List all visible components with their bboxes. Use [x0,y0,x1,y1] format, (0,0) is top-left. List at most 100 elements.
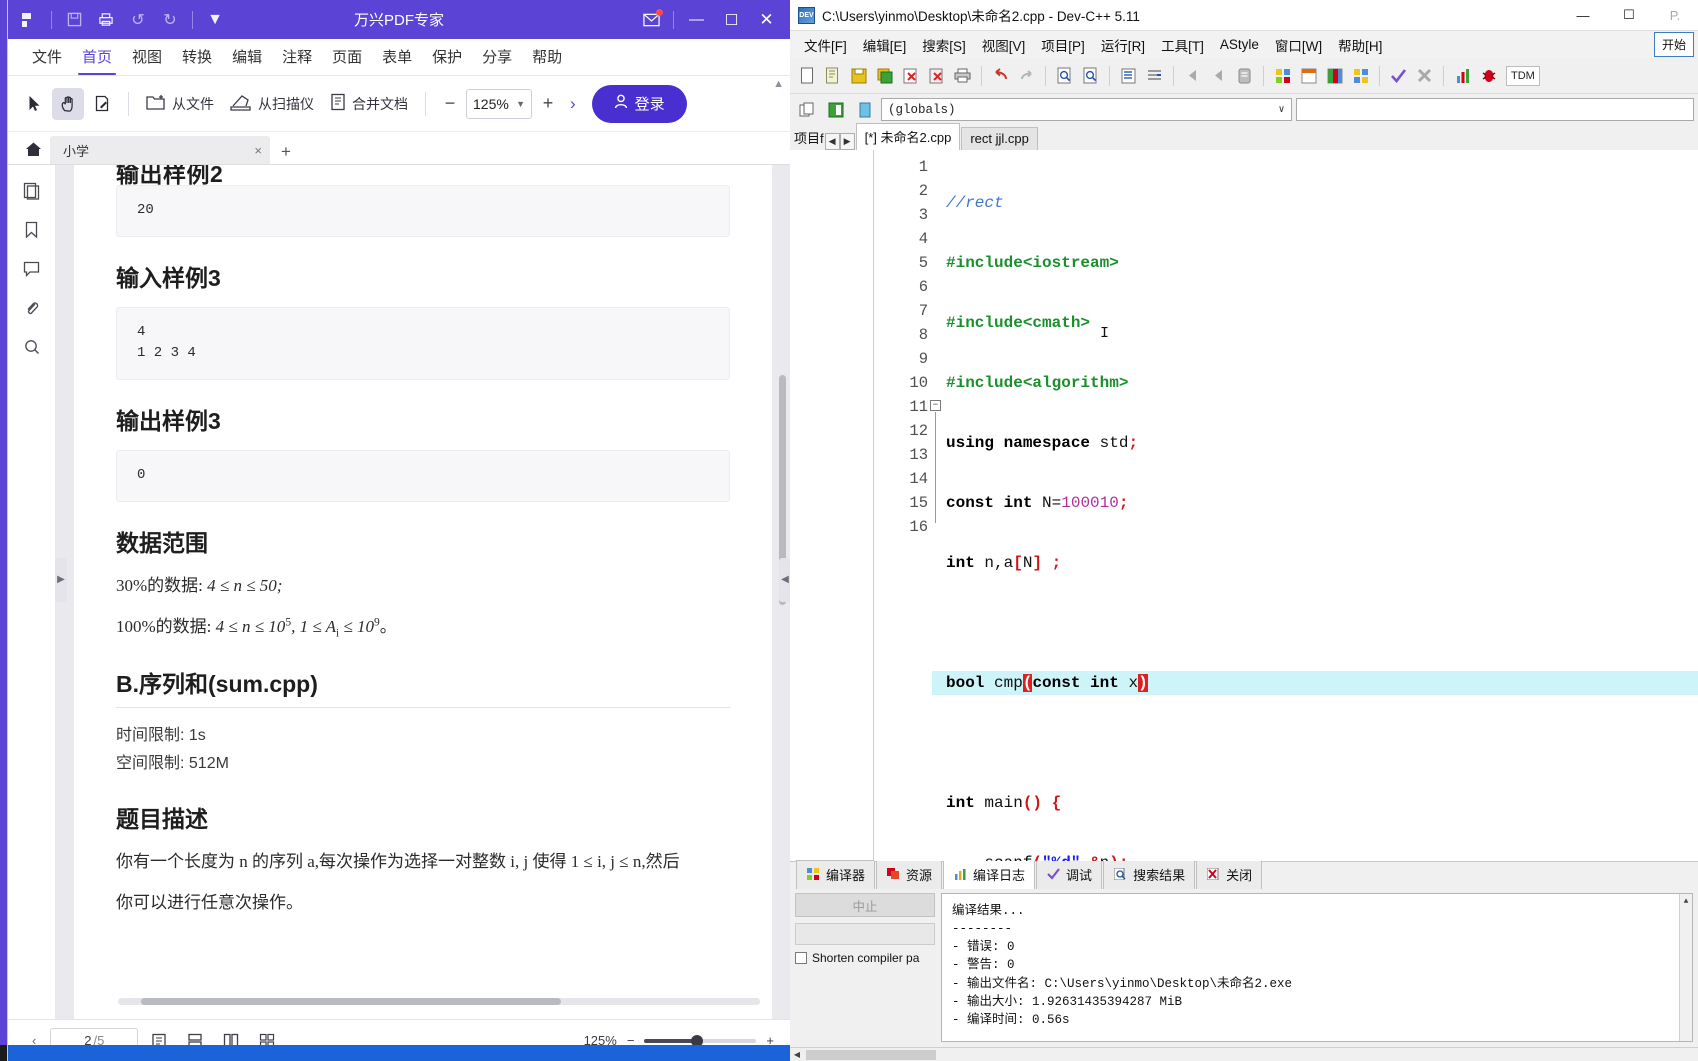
new-file-icon[interactable] [794,63,819,88]
close-all-icon[interactable] [924,63,949,88]
save-icon[interactable] [846,63,871,88]
undo-icon[interactable]: ↺ [123,6,153,34]
log-tab-search-results[interactable]: 搜索结果 [1103,860,1196,889]
attachment-panel-icon[interactable] [16,292,48,324]
home-icon[interactable] [16,134,50,164]
shorten-compiler-paths-checkbox[interactable] [795,952,807,964]
menu-file[interactable]: 文件 [22,40,72,75]
code-text[interactable]: //rect #include<iostream> #include<cmath… [932,150,1698,861]
check-syntax-icon[interactable] [1386,63,1411,88]
menu-help[interactable]: 帮助 [522,40,572,75]
zoom-out-button[interactable]: − [440,93,460,114]
devcpp-close-button[interactable]: P. [1652,0,1698,31]
close-file-icon[interactable] [898,63,923,88]
menu-form[interactable]: 表单 [372,40,422,75]
save-all-icon[interactable] [872,63,897,88]
insert-code-icon[interactable] [794,97,819,122]
devcpp-menu-search[interactable]: 搜索[S] [914,31,974,59]
abort-button[interactable]: 中止 [795,893,935,917]
devcpp-maximize-button[interactable]: ☐ [1606,0,1652,31]
merge-docs-button[interactable]: 合并文档 [323,89,415,118]
redo-icon[interactable]: ↻ [155,6,185,34]
toolbar-collapse-icon[interactable]: ▲ [773,78,784,90]
scroll-up-icon[interactable]: ▲ [1680,894,1692,908]
compile-log-output[interactable]: 编译结果... -------- - 错误: 0 - 警告: 0 - 输出文件名… [941,893,1693,1042]
profile-icon[interactable] [1450,63,1475,88]
menu-view[interactable]: 视图 [122,40,172,75]
menu-convert[interactable]: 转换 [172,40,222,75]
shorten-compiler-paths-checkbox-row[interactable]: Shorten compiler pa [795,951,935,965]
devcpp-minimize-button[interactable]: — [1560,0,1606,31]
scroll-left-icon[interactable]: ◀ [790,1050,804,1059]
log-hscroll-thumb[interactable] [806,1049,936,1060]
file-tab-secondary[interactable]: rect jjl.cpp [961,127,1038,150]
login-button[interactable]: 登录 [591,84,687,123]
toolbar-more-icon[interactable]: › [570,94,576,114]
compile-icon[interactable] [1296,63,1321,88]
secondary-combo[interactable] [1295,98,1694,121]
log-tab-compile-log[interactable]: 编译日志 [943,860,1036,889]
bookmark-panel-icon[interactable] [16,214,48,246]
log-tab-compiler[interactable]: 编译器 [796,860,876,889]
project-manager-icon[interactable] [1270,63,1295,88]
open-file-icon[interactable] [820,63,845,88]
log-tab-close[interactable]: 关闭 [1196,860,1263,889]
devcpp-menu-file[interactable]: 文件[F] [796,31,855,59]
compiler-select[interactable]: TDM [1506,65,1540,86]
devcpp-menu-astyle[interactable]: AStyle [1212,33,1267,56]
edit-page-icon[interactable] [86,88,118,120]
forward-icon[interactable] [1206,63,1231,88]
devcpp-menu-run[interactable]: 运行[R] [1093,31,1153,59]
toggle-bookmark-icon[interactable] [1232,63,1257,88]
run-icon[interactable] [1322,63,1347,88]
code-editor[interactable]: 1 2 3 4 5 6 7 8 9 10 11 12 13 14 15 16 −… [874,150,1698,861]
menu-edit[interactable]: 编辑 [222,40,272,75]
customize-dropdown-icon[interactable]: ▼ [200,6,230,34]
menu-protect[interactable]: 保护 [422,40,472,75]
tab-scroll-left-icon[interactable]: ◀ [824,133,840,150]
zoom-level-select[interactable]: 125% ▼ [466,88,532,119]
devcpp-menu-window[interactable]: 窗口[W] [1267,31,1330,59]
save-icon[interactable] [59,6,89,34]
mail-icon[interactable] [634,6,668,34]
search-panel-icon[interactable] [16,331,48,363]
file-tab-active[interactable]: [*] 未命名2.cpp [855,123,961,150]
from-scanner-button[interactable]: 从扫描仪 [223,90,321,118]
pdf-close-button[interactable]: ✕ [749,5,784,35]
comment-panel-icon[interactable] [16,253,48,285]
menu-share[interactable]: 分享 [472,40,522,75]
zoom-in-button[interactable]: + [538,93,558,114]
log-tab-debug[interactable]: 调试 [1036,860,1103,889]
replace-icon[interactable] [1078,63,1103,88]
close-tab-icon[interactable]: × [254,143,262,158]
devcpp-menu-view[interactable]: 视图[V] [974,31,1034,59]
compile-run-icon[interactable] [1348,63,1373,88]
toggle-class-browser-icon[interactable] [852,97,877,122]
project-panel[interactable] [790,150,874,861]
devcpp-menu-tools[interactable]: 工具[T] [1153,31,1212,59]
debug-icon[interactable] [1476,63,1501,88]
stop-icon[interactable] [1412,63,1437,88]
print-icon[interactable] [950,63,975,88]
menu-page[interactable]: 页面 [322,40,372,75]
indent-icon[interactable] [1142,63,1167,88]
devcpp-menu-edit[interactable]: 编辑[E] [855,31,915,59]
menu-comment[interactable]: 注释 [272,40,322,75]
goto-line-icon[interactable] [1116,63,1141,88]
log-tab-resource[interactable]: 资源 [876,860,943,889]
tab-scroll-buttons[interactable]: ◀ ▶ [824,133,855,150]
log-horizontal-scrollbar[interactable]: ◀ [790,1047,1698,1061]
start-button[interactable]: 开始 [1653,32,1694,57]
zoom-slider[interactable] [644,1034,757,1047]
pages-panel-icon[interactable] [16,175,48,207]
from-file-button[interactable]: 从文件 [139,90,221,118]
pdf-page-area[interactable]: 输出样例2 20 输入样例3 4 1 2 3 4 输出样例3 0 数据范围 30… [56,165,790,1019]
toggle-panel-icon[interactable] [823,97,848,122]
document-tab[interactable]: 小学 × [50,136,270,164]
page-horizontal-scrollbar-thumb[interactable] [141,998,561,1005]
select-cursor-icon[interactable] [18,88,50,120]
scope-select[interactable]: (globals) ∨ [881,98,1292,121]
log-vertical-scrollbar[interactable]: ▲ [1679,894,1692,1041]
new-tab-button[interactable]: + [270,142,302,164]
undo-icon[interactable] [988,63,1013,88]
